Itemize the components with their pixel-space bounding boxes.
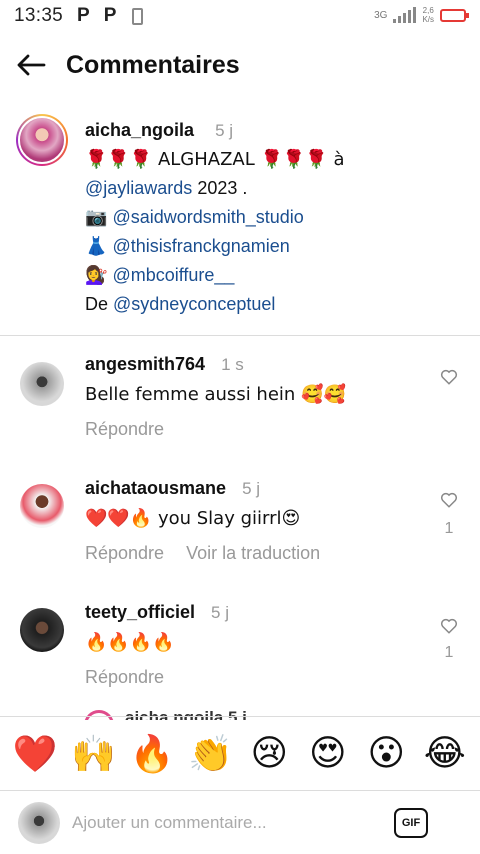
heart-emoji-button[interactable]: ❤️	[10, 733, 60, 775]
phone-icon	[132, 7, 144, 25]
comment-text: 🔥🔥🔥🔥	[85, 632, 175, 653]
reply-button[interactable]: Répondre	[85, 419, 164, 440]
header: Commentaires	[0, 38, 480, 92]
mention-link[interactable]: @thisisfranckgnamien	[112, 236, 289, 256]
comment-text: ❤️❤️🔥 you Slay giirrl😍	[85, 508, 301, 529]
mention-link[interactable]: @jayliawards	[85, 178, 192, 198]
page-title: Commentaires	[66, 50, 240, 79]
like-count[interactable]: 1	[440, 520, 458, 538]
emoji-reaction-bar: ❤️ 🙌 🔥 👏 😢 😍 😮 😂	[0, 716, 480, 790]
comment-time: 1 s	[221, 355, 244, 374]
haircut-emoji: 💇‍♀️	[85, 265, 108, 286]
like-heart-icon[interactable]	[440, 491, 458, 509]
battery-icon	[440, 8, 469, 22]
caption-line: 👗 @thisisfranckgnamien	[85, 232, 344, 261]
comment-body: aichataousmane 5 j ❤️❤️🔥 you Slay giirrl…	[85, 478, 425, 564]
gif-button[interactable]: GIF	[394, 807, 428, 838]
comment-compose-bar: GIF	[0, 790, 480, 854]
comment-username[interactable]: teety_officiel	[85, 602, 195, 623]
reply-button[interactable]: Répondre	[85, 543, 164, 564]
status-time: 13:35	[14, 5, 64, 26]
comment-username[interactable]: aichataousmane	[85, 478, 226, 499]
caption-line: @jayliawards 2023 .	[85, 178, 248, 198]
comment-username[interactable]: angesmith764	[85, 354, 205, 375]
comment-body: angesmith764 1 s Belle femme aussi hein …	[85, 354, 425, 440]
mention-link[interactable]: @mbcoiffure__	[112, 265, 234, 285]
like-heart-icon[interactable]	[440, 617, 458, 635]
mention-link[interactable]: @sydneyconceptuel	[113, 294, 275, 314]
crying-emoji-button[interactable]: 😢	[244, 733, 294, 774]
avatar[interactable]	[20, 608, 64, 652]
app-notification-icon: P	[103, 5, 117, 26]
laughing-emoji-button[interactable]: 😂	[420, 733, 470, 774]
network-speed: 2,6 K/s	[422, 6, 434, 24]
fire-emoji-button[interactable]: 🔥	[127, 733, 177, 775]
translate-button[interactable]: Voir la traduction	[186, 543, 320, 564]
avatar[interactable]	[20, 484, 64, 528]
camera-emoji: 📷	[85, 207, 108, 228]
avatar[interactable]	[20, 362, 64, 406]
avatar[interactable]	[16, 114, 68, 166]
reply-button[interactable]: Répondre	[85, 667, 164, 688]
network-type: 3G	[374, 9, 388, 21]
like-count[interactable]: 1	[440, 644, 458, 662]
caption-line: 🌹🌹🌹 ALGHAZAL 🌹🌹🌹 à	[85, 149, 345, 170]
status-bar: 13:35 P P 3G 2,6 K/s	[0, 0, 480, 32]
dress-emoji: 👗	[85, 236, 108, 257]
caption-username[interactable]: aicha_ngoila	[85, 120, 194, 140]
heart-eyes-emoji-button[interactable]: 😍	[303, 733, 353, 774]
caption-line: 💇‍♀️ @mbcoiffure__	[85, 261, 344, 290]
comment-text: Belle femme aussi hein 🥰🥰	[85, 384, 346, 405]
avatar[interactable]	[18, 801, 60, 844]
caption-time: 5 j	[215, 121, 234, 140]
app-notification-icon: P	[77, 5, 90, 26]
comment-body: teety_officiel 5 j 🔥🔥🔥🔥 Répondre	[85, 602, 425, 688]
arrow-left-icon[interactable]	[14, 48, 48, 82]
comment-time: 5 j	[211, 603, 230, 622]
surprised-emoji-button[interactable]: 😮	[361, 733, 411, 774]
like-heart-icon[interactable]	[440, 368, 458, 386]
caption-line: 📷 @saidwordsmith_studio	[85, 203, 344, 232]
clapping-emoji-button[interactable]: 👏	[186, 733, 236, 775]
mention-link[interactable]: @saidwordsmith_studio	[112, 207, 303, 227]
status-indicators: 3G 2,6 K/s	[374, 6, 469, 24]
comment-time: 5 j	[242, 479, 261, 498]
signal-icon	[393, 7, 417, 23]
comment-input[interactable]	[72, 812, 382, 833]
caption-line: De @sydneyconceptuel	[85, 294, 276, 314]
caption-text: aicha_ngoila 5 j 🌹🌹🌹 ALGHAZAL 🌹🌹🌹 à @jay…	[85, 116, 344, 319]
raised-hands-emoji-button[interactable]: 🙌	[69, 733, 119, 775]
post-caption: aicha_ngoila 5 j 🌹🌹🌹 ALGHAZAL 🌹🌹🌹 à @jay…	[0, 108, 480, 336]
